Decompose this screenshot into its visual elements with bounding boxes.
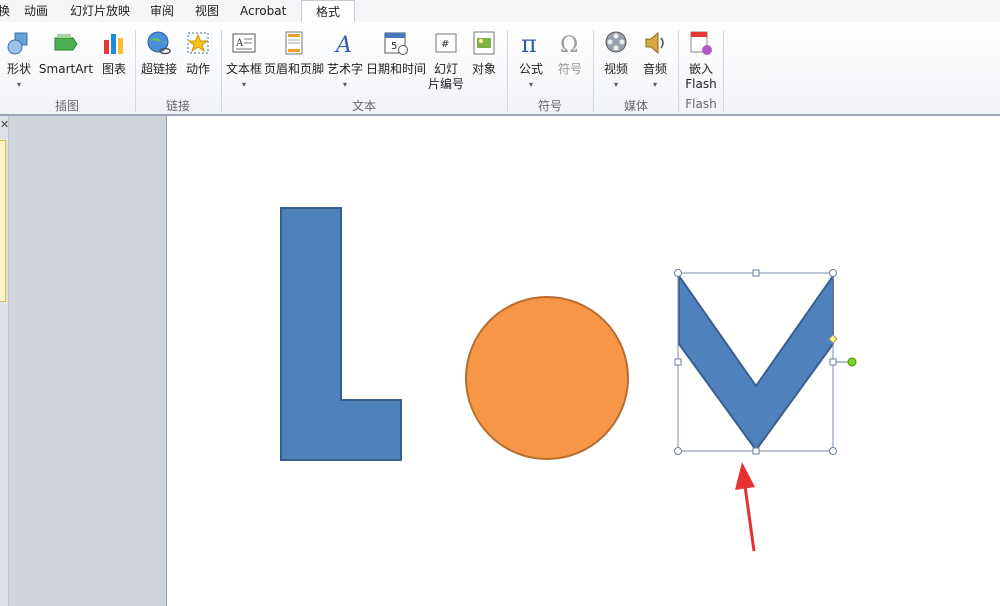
smartart-button[interactable]: SmartArt (38, 30, 94, 92)
slide-number-button[interactable]: # 幻灯 片编号 (427, 30, 465, 92)
tab-review[interactable]: 审阅 (150, 0, 174, 22)
audio-button[interactable]: 音频 ▾ (637, 30, 673, 92)
audio-label: 音频 (642, 62, 667, 76)
shapes-icon (7, 32, 28, 55)
circle-shape[interactable] (465, 296, 629, 460)
red-annotation-arrow (735, 462, 756, 552)
header-footer-label: 页眉和页脚 (264, 62, 325, 76)
svg-text:π: π (521, 30, 537, 56)
equation-button[interactable]: π 公式 ▾ (513, 30, 549, 92)
embed-flash-label-line2: Flash (685, 77, 717, 91)
chevron-down-icon: ▾ (613, 80, 618, 89)
group-text-label: 文本 (351, 99, 376, 113)
flash-icon (690, 31, 712, 55)
resize-handle (674, 358, 682, 366)
equation-label: 公式 (518, 62, 543, 76)
chevron-down-icon: ▾ (342, 80, 347, 89)
action-button[interactable]: 动作 (182, 30, 214, 92)
tab-transitions[interactable]: 换 (0, 0, 10, 22)
wordart-label: 艺术字 (326, 62, 363, 76)
resize-handle (829, 358, 837, 366)
action-star-icon (187, 32, 209, 54)
slides-panel: ✕ (0, 116, 9, 606)
letter-V-shape[interactable] (678, 272, 834, 452)
chart-icon (104, 34, 123, 54)
resize-handle (829, 269, 837, 277)
chevron-down-icon: ▾ (528, 80, 533, 89)
textbox-label: 文本框 (225, 62, 262, 76)
smartart-icon (54, 34, 78, 51)
video-button[interactable]: 视频 ▾ (598, 30, 634, 92)
svg-text:5: 5 (391, 41, 397, 52)
object-label: 对象 (471, 62, 496, 76)
chevron-down-icon: ▾ (652, 80, 657, 89)
datetime-button[interactable]: 5 日期和时间 (365, 30, 427, 92)
svg-text:A: A (235, 38, 244, 49)
globe-link-icon (147, 31, 171, 55)
embed-flash-label-line1: 嵌入 (688, 62, 713, 76)
shapes-button[interactable]: 形状 ▾ (2, 30, 36, 92)
tab-view[interactable]: 视图 (195, 0, 219, 22)
omega-icon: Ω (560, 33, 578, 56)
datetime-label: 日期和时间 (365, 62, 426, 76)
chart-label: 图表 (101, 62, 126, 76)
slide-number-label-line2: 片编号 (427, 77, 464, 91)
wordart-icon: A (334, 33, 352, 56)
shapes-label: 形状 (6, 62, 31, 76)
textbox-button[interactable]: A 文本框 ▾ (225, 30, 263, 92)
hyperlink-label: 超链接 (140, 62, 177, 76)
slide-number-icon: # (435, 33, 457, 53)
svg-text:Ω: Ω (560, 33, 578, 56)
resize-handle (752, 447, 760, 455)
resize-handle (829, 447, 837, 455)
textbox-icon: A (232, 33, 256, 53)
letter-L-shape[interactable] (280, 207, 402, 461)
action-label: 动作 (185, 62, 210, 76)
chevron-down-icon: ▾ (241, 80, 246, 89)
ribbon-tab-bar: 换 动画 幻灯片放映 审阅 视图 Acrobat 格式 (0, 0, 1000, 24)
slide-canvas[interactable] (166, 116, 1000, 606)
group-symbols-label: 符号 (537, 99, 562, 113)
group-links-label: 链接 (165, 99, 190, 113)
symbol-label: 符号 (557, 62, 582, 76)
svg-text:A: A (334, 33, 352, 56)
video-label: 视频 (603, 62, 628, 76)
slide-number-label-line1: 幻灯 (433, 62, 458, 76)
chart-button[interactable]: 图表 (98, 30, 130, 92)
rotate-handle (847, 357, 857, 367)
resize-handle (674, 447, 682, 455)
calendar-clock-icon: 5 (384, 32, 408, 55)
tab-acrobat[interactable]: Acrobat (240, 0, 286, 22)
group-media-label: 媒体 (623, 99, 648, 113)
workspace-gray-area (9, 116, 166, 606)
speaker-icon (645, 31, 664, 55)
header-footer-button[interactable]: 页眉和页脚 (264, 30, 324, 92)
pi-icon: π (521, 30, 537, 56)
slide-shapes (280, 207, 857, 552)
embed-flash-button[interactable]: 嵌入 Flash (682, 30, 720, 92)
tab-slideshow[interactable]: 幻灯片放映 (70, 0, 130, 22)
close-icon[interactable]: ✕ (0, 118, 9, 131)
header-footer-icon (285, 31, 303, 55)
symbol-button[interactable]: Ω 符号 (552, 30, 588, 92)
object-button[interactable]: 对象 (467, 30, 501, 92)
tab-format[interactable]: 格式 (301, 0, 355, 24)
svg-text:#: # (441, 39, 449, 50)
group-flash-label: Flash (685, 97, 717, 111)
slide-thumbnail[interactable] (0, 140, 6, 302)
hyperlink-button[interactable]: 超链接 (140, 30, 178, 92)
smartart-label: SmartArt (38, 62, 94, 76)
wordart-button[interactable]: A 艺术字 ▾ (326, 30, 364, 92)
group-separator (723, 30, 724, 112)
group-illustrations-label: 插图 (54, 99, 79, 113)
object-icon (473, 31, 495, 55)
film-reel-icon (605, 31, 627, 53)
tab-animations[interactable]: 动画 (24, 0, 48, 22)
resize-handle (752, 269, 760, 277)
resize-handle (674, 269, 682, 277)
chevron-down-icon: ▾ (16, 80, 21, 89)
